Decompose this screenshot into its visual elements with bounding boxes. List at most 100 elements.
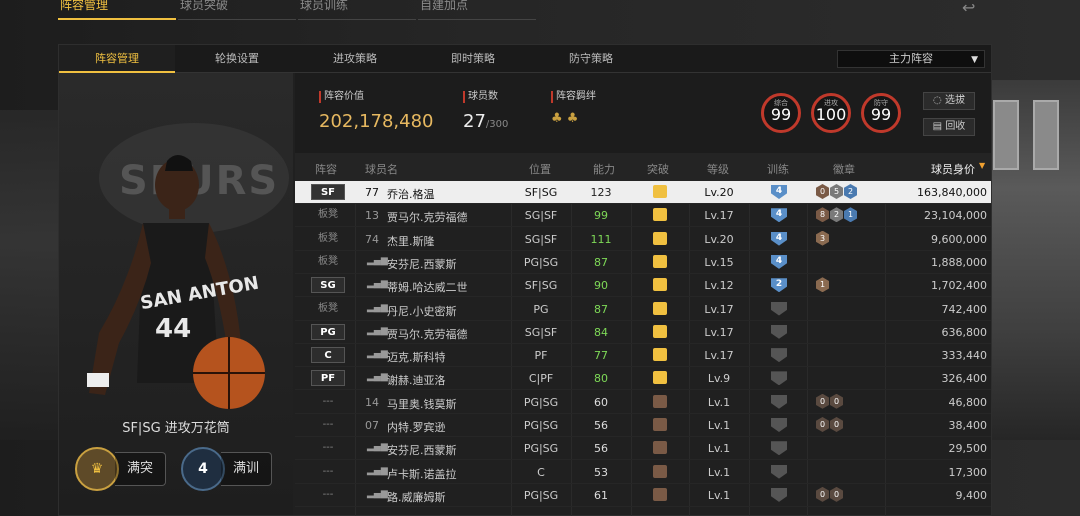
- player-name[interactable]: 迈克.斯科特: [387, 349, 446, 365]
- lineup-role[interactable]: SF: [311, 184, 345, 200]
- lineup-dropdown[interactable]: 主力阵容 ▼: [837, 50, 985, 68]
- training-shield-icon: 4: [771, 208, 787, 223]
- player-count-label: 球员数: [463, 91, 508, 103]
- lineup-role[interactable]: 板凳: [311, 231, 345, 247]
- player-count-group: 27/300: [463, 111, 508, 132]
- player-price: 9,400: [955, 488, 988, 502]
- lineup-role[interactable]: ---: [311, 417, 345, 433]
- header-position[interactable]: 位置: [529, 161, 551, 177]
- lineup-role[interactable]: ---: [311, 440, 345, 456]
- player-level: Lv.1: [707, 442, 731, 456]
- crown-icon: [653, 231, 667, 245]
- sub-tab-live[interactable]: 即时策略: [415, 45, 531, 73]
- player-rating: 56: [594, 419, 608, 432]
- table-row[interactable]: --- ▂▄▆ 安芬尼.西蒙斯 PG|SG 56 Lv.1 29,500: [295, 437, 991, 461]
- breakthrough-medal: ♛ 满突: [75, 447, 167, 491]
- table-row[interactable]: --- 07 内特.罗宾逊 PG|SG 56 Lv.1 0 0 38,400: [295, 414, 991, 437]
- player-name[interactable]: 安芬尼.西蒙斯: [387, 442, 457, 458]
- sub-tab-offense[interactable]: 进攻策略: [297, 45, 413, 73]
- table-row[interactable]: 板凳 74 杰里.斯隆 SG|SF 111 Lv.20 4 3 9,600,000: [295, 228, 991, 251]
- player-name[interactable]: 路.威廉姆斯: [387, 489, 446, 505]
- header-rating[interactable]: 能力: [593, 161, 615, 177]
- table-row[interactable]: --- 14 马里奥.钱莫斯 PG|SG 60 Lv.1 0 0 46,800: [295, 391, 991, 414]
- top-tab-custom[interactable]: 自建加点: [418, 0, 536, 20]
- header-badges[interactable]: 徽章: [833, 161, 855, 177]
- top-tab-breakthrough[interactable]: 球员突破: [178, 0, 296, 20]
- bond-icons[interactable]: ♣ ♣: [551, 111, 596, 126]
- player-archetype: SF|SG 进攻万花筒: [122, 421, 230, 436]
- player-price: 163,840,000: [917, 186, 987, 199]
- table-row[interactable]: SG ▂▄▆ 蒂姆.哈达威二世 SF|SG 90 Lv.12 2 1 1,702,400: [295, 274, 991, 298]
- table-row[interactable]: --- ▂▄▆ 卢卡斯.诺盖拉 C 53 Lv.1 17,300: [295, 461, 991, 484]
- jersey-num: 77: [365, 186, 379, 199]
- table-row[interactable]: 板凳 13 贾马尔.克劳福德 SG|SF 99 Lv.17 4 8 2 1 23,104,000: [295, 204, 991, 228]
- player-rating: 56: [594, 442, 608, 456]
- training-label: 满训: [221, 452, 273, 486]
- table-row[interactable]: 板凳 ▂▄▆ 安芬尼.西蒙斯 PG|SG 87 Lv.15 4 1,888,000: [295, 251, 991, 274]
- player-name[interactable]: 杰里.斯隆: [387, 233, 435, 249]
- player-name[interactable]: 安芬尼.西蒙斯: [387, 256, 457, 272]
- player-name[interactable]: 丹尼.小史密斯: [387, 303, 457, 319]
- table-row[interactable]: SF 77 乔治.格温 SF|SG 123 Lv.20 4 0 5 2 163,840,000: [295, 181, 991, 204]
- lineup-role[interactable]: PG: [311, 323, 345, 340]
- player-name[interactable]: 马里奥.钱莫斯: [387, 396, 457, 412]
- table-row[interactable]: PF ▂▄▆ 谢赫.迪亚洛 C|PF 80 Lv.9 326,400: [295, 367, 991, 391]
- table-row[interactable]: --- ▂▄▆ 路.威廉姆斯 PG|SG 61 Lv.1 0 0 9,400: [295, 484, 991, 507]
- sub-tab-rotation[interactable]: 轮换设置: [179, 45, 295, 73]
- lineup-role[interactable]: 板凳: [311, 254, 345, 270]
- player-position: PG: [533, 302, 549, 316]
- player-name[interactable]: 内特.罗宾逊: [387, 419, 446, 435]
- player-name[interactable]: 乔治.格温: [387, 186, 435, 202]
- player-rating: 87: [594, 302, 608, 316]
- top-tab-lineup[interactable]: 阵容管理: [58, 0, 176, 20]
- lineup-role[interactable]: ---: [311, 487, 345, 503]
- player-rating: 53: [594, 465, 608, 479]
- header-price[interactable]: 球员身价: [931, 161, 975, 177]
- player-rating: 84: [594, 325, 608, 339]
- player-price: 636,800: [941, 325, 988, 339]
- recycle-button[interactable]: ▤ 回收: [923, 118, 975, 136]
- offense-ring-value: 100: [815, 105, 847, 124]
- table-row[interactable]: PG ▂▄▆ 贾马尔.克劳福德 SG|SF 84 Lv.17 636,800: [295, 321, 991, 344]
- table-row[interactable]: C ▂▄▆ 迈克.斯科特 PF 77 Lv.17 333,440: [295, 344, 991, 368]
- crown-icon: [653, 185, 667, 198]
- back-icon[interactable]: ↩: [962, 0, 992, 17]
- select-button[interactable]: ◌ 选拔: [923, 92, 975, 110]
- player-rating: 87: [594, 255, 608, 269]
- sub-tab-lineup[interactable]: 阵容管理: [59, 45, 175, 73]
- badge-hex-icon: 2: [830, 207, 843, 223]
- table-row[interactable]: 板凳 ▂▄▆ 丹尼.小史密斯 PG 87 Lv.17 742,400: [295, 298, 991, 321]
- training-shield-icon: [771, 487, 787, 502]
- header-role[interactable]: 阵容: [315, 161, 337, 177]
- header-name[interactable]: 球员名: [365, 161, 398, 177]
- sort-desc-icon[interactable]: ▼: [979, 161, 985, 170]
- lineup-role[interactable]: 板凳: [311, 301, 345, 317]
- header-level[interactable]: 等级: [707, 161, 729, 177]
- player-name[interactable]: 贾马尔.克劳福德: [387, 209, 468, 225]
- header-breakthrough[interactable]: 突破: [647, 161, 669, 177]
- player-name[interactable]: 谢赫.迪亚洛: [387, 372, 446, 388]
- sub-tab-defense[interactable]: 防守策略: [533, 45, 649, 73]
- player-price: 9,600,000: [931, 232, 987, 246]
- badge-hex-icon: 0: [816, 184, 829, 199]
- lineup-role[interactable]: SG: [311, 277, 345, 294]
- lineup-role[interactable]: 板凳: [311, 207, 345, 223]
- training-shield-icon: 4: [771, 231, 787, 246]
- arena-background-right: [985, 80, 1080, 440]
- lineup-role[interactable]: ---: [311, 394, 345, 410]
- training-shield-icon: 4: [771, 185, 787, 199]
- badge-hex-icon: 1: [844, 207, 857, 223]
- lineup-role[interactable]: C: [311, 347, 345, 364]
- overall-ring: 综合 99: [761, 93, 801, 133]
- badge-hex-icon: 3: [816, 230, 829, 246]
- player-name[interactable]: 蒂姆.哈达威二世: [387, 279, 468, 295]
- top-tab-training[interactable]: 球员训练: [298, 0, 416, 20]
- player-name[interactable]: 卢卡斯.诺盖拉: [387, 466, 457, 482]
- player-name[interactable]: 贾马尔.克劳福德: [387, 326, 468, 342]
- header-training[interactable]: 训练: [767, 161, 789, 177]
- signal-icon: ▂▄▆: [367, 465, 388, 476]
- player-price: 1,702,400: [931, 279, 987, 293]
- player-rating: 99: [594, 209, 608, 223]
- lineup-role[interactable]: ---: [311, 464, 345, 480]
- lineup-role[interactable]: PF: [311, 370, 345, 387]
